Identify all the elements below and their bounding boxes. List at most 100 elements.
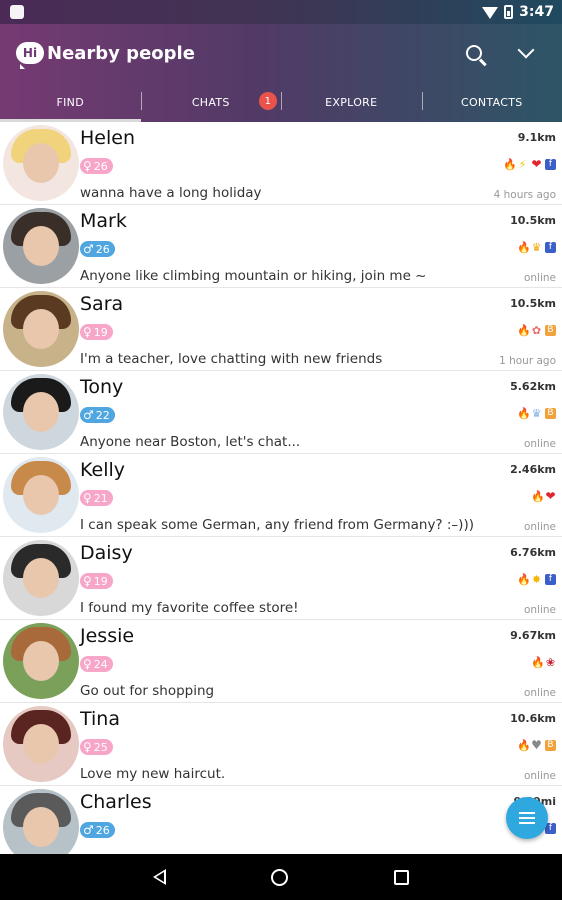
presence-label: online <box>523 438 556 450</box>
star-icon: ✸ <box>531 573 542 586</box>
presence-label: 4 hours ago <box>493 189 556 201</box>
vip-icon: B <box>545 740 556 751</box>
avatar[interactable] <box>3 623 79 699</box>
list-item[interactable]: Kelly 2.46km ♀ 21 🔥 ❤ I can speak some German,… <box>0 454 562 537</box>
female-icon: ♀ <box>83 159 92 173</box>
fire-icon: 🔥 <box>517 573 531 586</box>
status-message: wanna have a long holiday <box>80 185 262 201</box>
avatar[interactable] <box>3 208 79 284</box>
badge-icons: 🔥 ♛ f <box>517 242 556 253</box>
fire-icon: 🔥 <box>517 241 531 254</box>
avatar[interactable] <box>3 125 79 201</box>
age-label: 19 <box>93 574 108 588</box>
person-info: Jessie 9.67km ♀ 24 🔥 ❀ Go out for shopping onli… <box>80 620 558 702</box>
list-view-button[interactable] <box>506 797 548 839</box>
back-icon[interactable] <box>152 869 166 885</box>
distance-label: 10.6km <box>510 712 556 725</box>
gender-age-badge: ♂ 26 <box>80 822 115 838</box>
list-item[interactable]: Jessie 9.67km ♀ 24 🔥 ❀ Go out for shopping onli… <box>0 620 562 703</box>
gender-age-badge: ♀ 24 <box>80 656 113 672</box>
age-label: 19 <box>93 325 108 339</box>
avatar[interactable] <box>3 374 79 450</box>
crown-blue-icon: ♛ <box>531 407 542 420</box>
person-info: Mark 10.5km ♂ 26 🔥 ♛ f Anyone like climbing mou… <box>80 205 558 287</box>
age-label: 25 <box>93 740 108 754</box>
status-message: I can speak some German, any friend from… <box>80 517 474 533</box>
female-icon: ♀ <box>83 740 92 754</box>
person-name: Kelly <box>80 459 126 481</box>
age-label: 26 <box>95 242 110 256</box>
status-message: Love my new haircut. <box>80 766 226 782</box>
avatar[interactable] <box>3 706 79 782</box>
age-label: 24 <box>93 657 108 671</box>
presence-label: online <box>523 604 556 616</box>
age-label: 26 <box>95 823 110 837</box>
person-name: Tony <box>80 376 124 398</box>
male-icon: ♂ <box>83 408 94 422</box>
home-icon[interactable] <box>271 868 289 886</box>
android-notification-icon <box>10 5 24 19</box>
chevron-down-icon <box>517 41 535 59</box>
tab-find[interactable]: FIND <box>0 82 141 122</box>
gender-age-badge: ♀ 19 <box>80 573 113 589</box>
gray-heart-icon: ♥ <box>531 738 542 752</box>
facebook-icon: f <box>545 242 556 253</box>
fire-icon: 🔥 <box>517 407 531 420</box>
badge-icons: 🔥 ✸ f <box>517 574 556 585</box>
male-icon: ♂ <box>83 242 94 256</box>
person-info: Sara 10.5km ♀ 19 🔥 ✿ B I'm a teacher, love chat… <box>80 288 558 370</box>
facebook-icon: f <box>545 159 556 170</box>
status-bar: 3:47 <box>0 0 562 24</box>
tab-find-label: FIND <box>56 95 84 109</box>
vip-icon: B <box>545 408 556 419</box>
hi-logo-icon: Hi <box>16 42 44 69</box>
avatar[interactable] <box>3 540 79 616</box>
avatar[interactable] <box>3 457 79 533</box>
list-icon <box>519 812 535 824</box>
badge-icons: 🔥 ⚡ ❤ f <box>503 158 556 170</box>
recent-apps-icon[interactable] <box>394 869 410 885</box>
avatar[interactable] <box>3 291 79 367</box>
search-icon <box>466 45 482 61</box>
gender-age-badge: ♀ 25 <box>80 739 113 755</box>
list-item[interactable]: Helen 9.1km ♀ 26 🔥 ⚡ ❤ f wanna have a long holid… <box>0 122 562 205</box>
search-button[interactable] <box>454 33 494 73</box>
fire-icon: 🔥 <box>517 324 531 337</box>
list-item[interactable]: Tina 10.6km ♀ 25 🔥 ♥ B Love my new haircut. onli… <box>0 703 562 786</box>
person-name: Sara <box>80 293 124 315</box>
list-item[interactable]: Charles9.09mi♂26f <box>0 786 562 854</box>
age-label: 26 <box>93 159 108 173</box>
badge-icons: 🔥 ❀ <box>531 657 556 668</box>
distance-label: 2.46km <box>510 463 556 476</box>
person-info: Tony 5.62km ♂ 22 🔥 ♛ B Anyone near Boston, let'… <box>80 371 558 453</box>
tab-chats-label: CHATS <box>191 95 230 109</box>
list-item[interactable]: Tony 5.62km ♂ 22 🔥 ♛ B Anyone near Boston, let'… <box>0 371 562 454</box>
female-icon: ♀ <box>83 574 92 588</box>
tab-explore[interactable]: EXPLORE <box>281 82 422 122</box>
age-label: 21 <box>93 491 108 505</box>
tab-contacts[interactable]: CONTACTS <box>421 82 562 122</box>
presence-label: online <box>523 272 556 284</box>
badge-icons: 🔥 ❤ <box>531 490 556 502</box>
status-message: I'm a teacher, love chatting with new fr… <box>80 351 383 367</box>
person-info: Kelly 2.46km ♀ 21 🔥 ❤ I can speak some German,… <box>80 454 558 536</box>
gender-age-badge: ♀ 19 <box>80 324 113 340</box>
tab-bar: FIND CHATS 1 EXPLORE CONTACTS <box>0 82 562 122</box>
distance-label: 5.62km <box>510 380 556 393</box>
tab-chats[interactable]: CHATS 1 <box>140 82 282 122</box>
avatar[interactable] <box>3 789 79 854</box>
female-icon: ♀ <box>83 657 92 671</box>
person-info: Helen 9.1km ♀ 26 🔥 ⚡ ❤ f wanna have a long holid… <box>80 122 558 204</box>
flower-icon: ✿ <box>531 324 542 337</box>
tab-explore-label: EXPLORE <box>325 95 378 109</box>
list-item[interactable]: Mark 10.5km ♂ 26 🔥 ♛ f Anyone like climbing mou… <box>0 205 562 288</box>
person-info: Tina 10.6km ♀ 25 🔥 ♥ B Love my new haircut. onli… <box>80 703 558 785</box>
more-button[interactable] <box>506 33 546 73</box>
status-message: Go out for shopping <box>80 683 215 699</box>
status-message: I found my favorite coffee store! <box>80 600 299 616</box>
status-icons: 3:47 <box>482 4 554 20</box>
badge-icons: 🔥 ✿ B <box>517 325 556 336</box>
list-item[interactable]: Sara 10.5km ♀ 19 🔥 ✿ B I'm a teacher, love chat… <box>0 288 562 371</box>
list-item[interactable]: Daisy 6.76km ♀ 19 🔥 ✸ f I found my favorite cof… <box>0 537 562 620</box>
status-message: Anyone like climbing mountain or hiking,… <box>80 268 427 284</box>
